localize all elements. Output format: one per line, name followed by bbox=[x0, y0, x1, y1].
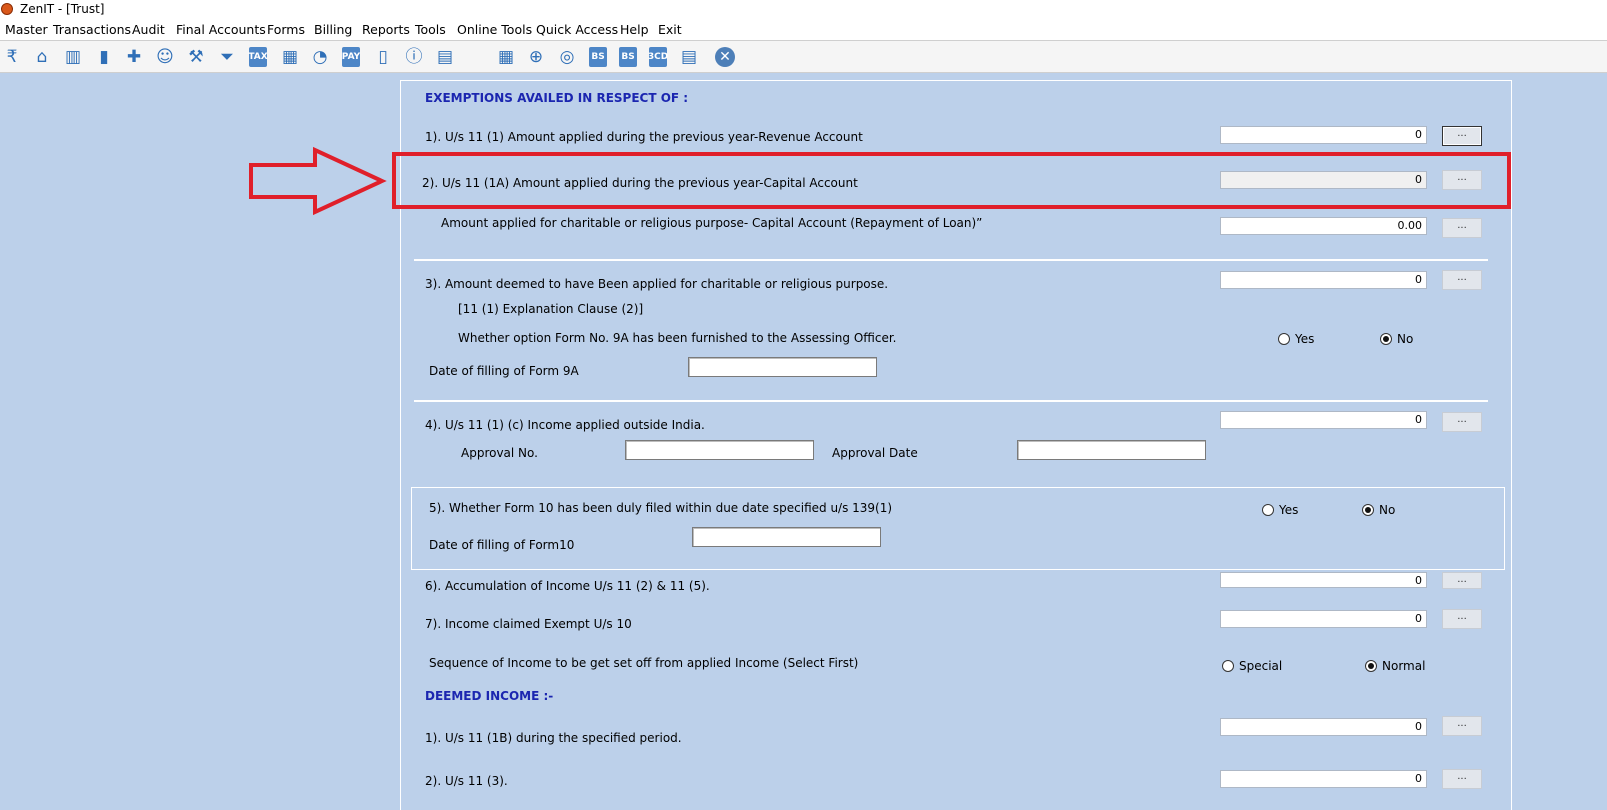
menu-quick-access[interactable]: Quick Access bbox=[536, 22, 618, 37]
pie-chart-icon[interactable]: ◔ bbox=[309, 46, 331, 68]
bs-icon[interactable]: BS bbox=[589, 47, 607, 67]
form10-group-box bbox=[411, 487, 1505, 570]
approval-date-field[interactable] bbox=[1017, 440, 1206, 460]
building-icon[interactable]: ▥ bbox=[62, 46, 84, 68]
form9a-no-label: No bbox=[1397, 332, 1414, 346]
row1-details-button[interactable]: ... bbox=[1442, 126, 1482, 146]
window-title: ZenIT - [Trust] bbox=[20, 2, 105, 16]
close-icon[interactable]: ✕ bbox=[715, 47, 735, 67]
calculator-icon[interactable]: ▦ bbox=[279, 46, 301, 68]
row4-label: 4). U/s 11 (1) (c) Income applied outsid… bbox=[425, 418, 705, 432]
form9a-date-field[interactable] bbox=[688, 357, 877, 377]
menu-transactions[interactable]: Transactions bbox=[53, 22, 131, 37]
row1-amount-field[interactable]: 0 bbox=[1220, 126, 1427, 144]
hammer-icon[interactable]: ⚒ bbox=[185, 46, 207, 68]
toolbar: ₹ ⌂ ▥ ▮ ✚ ☺ ⚒ ⏷ TAX ▦ ◔ PAY ▯ ⓘ ▤ ▦ ⊕ ◎ … bbox=[0, 40, 1607, 73]
row1-label: 1). U/s 11 (1) Amount applied during the… bbox=[425, 130, 863, 144]
info-icon[interactable]: ⓘ bbox=[403, 46, 425, 68]
row3-amount-field[interactable]: 0 bbox=[1220, 271, 1427, 289]
approval-date-label: Approval Date bbox=[832, 446, 918, 460]
row7-details-button[interactable]: ... bbox=[1442, 609, 1482, 629]
row3-sublabel: [11 (1) Explanation Clause (2)] bbox=[458, 302, 644, 316]
row6-details-button[interactable]: ... bbox=[1442, 572, 1482, 589]
form10-date-field[interactable] bbox=[692, 527, 881, 547]
menu-audit[interactable]: Audit bbox=[132, 22, 165, 37]
menu-billing[interactable]: Billing bbox=[314, 22, 352, 37]
users-icon[interactable]: ☺ bbox=[154, 46, 176, 68]
form10-no-radio[interactable] bbox=[1362, 504, 1374, 516]
sequence-normal-radio[interactable] bbox=[1365, 660, 1377, 672]
row2b-details-button[interactable]: ... bbox=[1442, 218, 1482, 238]
menu-exit[interactable]: Exit bbox=[658, 22, 682, 37]
gift-icon[interactable]: ✚ bbox=[123, 46, 145, 68]
bar-chart-icon[interactable]: ▮ bbox=[93, 46, 115, 68]
menu-help[interactable]: Help bbox=[620, 22, 649, 37]
rupee-book-icon[interactable]: ₹ bbox=[1, 46, 23, 68]
section-exemptions-header: EXEMPTIONS AVAILED IN RESPECT OF : bbox=[425, 91, 689, 105]
tax-icon[interactable]: TAX bbox=[248, 47, 268, 67]
deemed2-label: 2). U/s 11 (3). bbox=[425, 774, 508, 788]
deemed2-details-button[interactable]: ... bbox=[1442, 769, 1482, 789]
menu-online-tools[interactable]: Online Tools bbox=[457, 22, 532, 37]
deemed1-details-button[interactable]: ... bbox=[1442, 716, 1482, 736]
folder-add-icon[interactable]: ⊕ bbox=[525, 46, 547, 68]
annotation-arrow-icon bbox=[249, 146, 387, 216]
form9a-yes-label: Yes bbox=[1295, 332, 1315, 346]
form9a-no-radio[interactable] bbox=[1380, 333, 1392, 345]
form9a-question: Whether option Form No. 9A has been furn… bbox=[458, 331, 897, 345]
form10-yes-radio[interactable] bbox=[1262, 504, 1274, 516]
row2b-amount-field[interactable]: 0.00 bbox=[1220, 217, 1427, 235]
3cd-icon[interactable]: 3CD bbox=[648, 47, 668, 67]
calendar-icon[interactable]: ▦ bbox=[495, 46, 517, 68]
title-bar: ZenIT - [Trust] bbox=[0, 0, 1607, 19]
separator bbox=[414, 259, 1488, 261]
app-icon bbox=[1, 3, 13, 15]
deemed1-amount-field[interactable]: 0 bbox=[1220, 718, 1427, 736]
form10-date-label: Date of filling of Form10 bbox=[429, 538, 575, 552]
row4-details-button[interactable]: ... bbox=[1442, 412, 1482, 432]
row3-label: 3). Amount deemed to have Been applied f… bbox=[425, 277, 889, 291]
deemed1-label: 1). U/s 11 (1B) during the specified per… bbox=[425, 731, 682, 745]
e-pay-icon[interactable]: PAY bbox=[342, 47, 360, 67]
menu-forms[interactable]: Forms bbox=[267, 22, 305, 37]
row2b-label: Amount applied for charitable or religio… bbox=[441, 216, 983, 230]
approval-no-label: Approval No. bbox=[461, 446, 538, 460]
menu-tools[interactable]: Tools bbox=[415, 22, 446, 37]
row3-details-button[interactable]: ... bbox=[1442, 270, 1482, 290]
document-icon[interactable]: ▤ bbox=[434, 46, 456, 68]
row7-label: 7). Income claimed Exempt U/s 10 bbox=[425, 617, 632, 631]
row6-amount-field[interactable]: 0 bbox=[1220, 572, 1427, 588]
home-icon[interactable]: ⌂ bbox=[31, 46, 53, 68]
stamp-icon[interactable]: ◎ bbox=[556, 46, 578, 68]
row6-label: 6). Accumulation of Income U/s 11 (2) & … bbox=[425, 579, 710, 593]
sequence-normal-label: Normal bbox=[1382, 659, 1426, 673]
form9a-date-label: Date of filling of Form 9A bbox=[429, 364, 579, 378]
section-deemed-header: DEEMED INCOME :- bbox=[425, 689, 554, 703]
sequence-special-label: Special bbox=[1239, 659, 1283, 673]
row5-label: 5). Whether Form 10 has been duly filed … bbox=[429, 501, 893, 515]
annotation-highlight-box bbox=[392, 152, 1511, 209]
menu-final-accounts[interactable]: Final Accounts bbox=[176, 22, 266, 37]
row7-amount-field[interactable]: 0 bbox=[1220, 610, 1427, 628]
bs-sch-icon[interactable]: BS bbox=[619, 47, 637, 67]
approval-no-field[interactable] bbox=[625, 440, 814, 460]
sequence-label: Sequence of Income to be get set off fro… bbox=[429, 656, 859, 670]
deemed2-amount-field[interactable]: 0 bbox=[1220, 770, 1427, 788]
form10-yes-label: Yes bbox=[1279, 503, 1299, 517]
menu-bar: Master Transactions Audit Final Accounts… bbox=[0, 19, 1607, 40]
menu-reports[interactable]: Reports bbox=[362, 22, 410, 37]
form9a-yes-radio[interactable] bbox=[1278, 333, 1290, 345]
filter-icon[interactable]: ⏷ bbox=[216, 46, 238, 68]
report-icon[interactable]: ▤ bbox=[678, 46, 700, 68]
book-icon[interactable]: ▯ bbox=[372, 46, 394, 68]
separator bbox=[414, 400, 1488, 402]
row4-amount-field[interactable]: 0 bbox=[1220, 411, 1427, 429]
sequence-special-radio[interactable] bbox=[1222, 660, 1234, 672]
form10-no-label: No bbox=[1379, 503, 1396, 517]
menu-master[interactable]: Master bbox=[5, 22, 48, 37]
